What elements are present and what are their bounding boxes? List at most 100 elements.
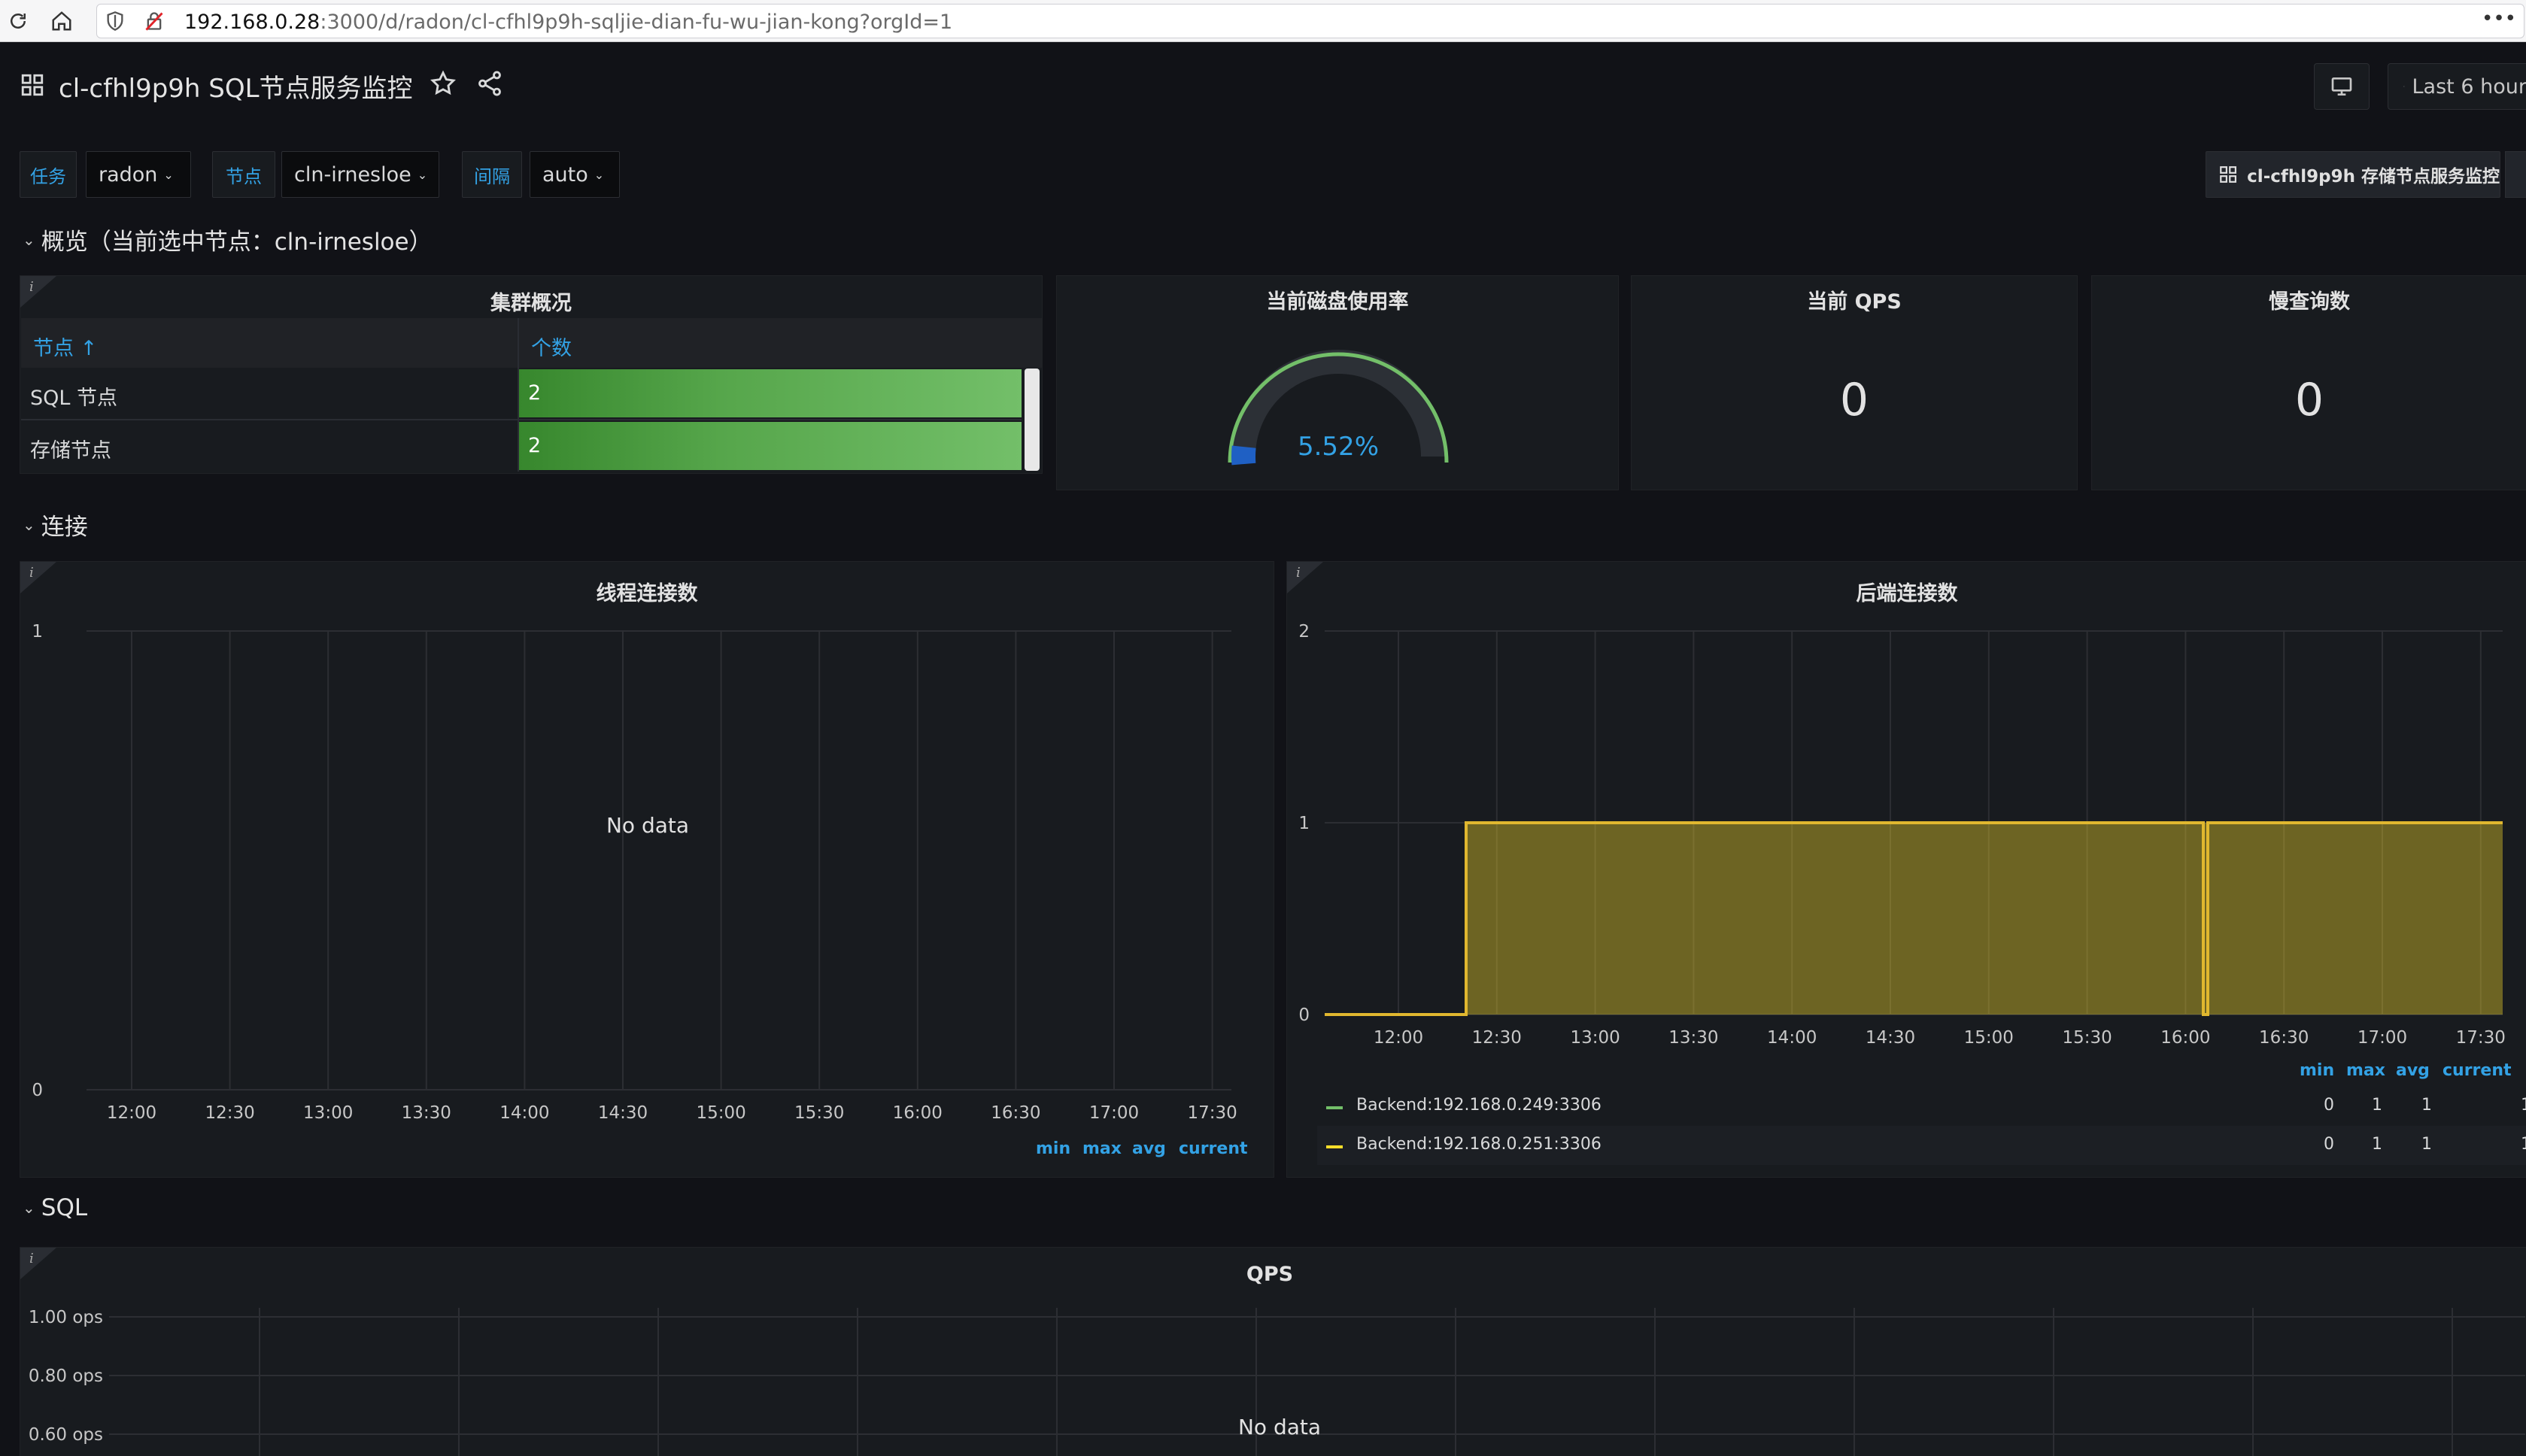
panel-title: 当前磁盘使用率 (1266, 290, 1409, 314)
table-row-divider (21, 419, 1022, 420)
disk-usage-gauge: 5.52% (1228, 350, 1449, 466)
slow-query-panel: 慢查询数 0 (2091, 275, 2526, 490)
var-select-node[interactable]: cln-irnesloe ⌄ (281, 151, 439, 198)
reload-icon[interactable] (3, 6, 33, 36)
chevron-down-icon: ⌄ (23, 230, 35, 249)
home-icon[interactable] (47, 6, 77, 36)
x-tick-label: 12:00 (107, 1103, 156, 1123)
dashboard-grid-icon[interactable] (20, 72, 45, 98)
slow-query-value: 0 (2294, 374, 2324, 426)
browser-toolbar: 192.168.0.28:3000/d/radon/cl-cfhl9p9h-sq… (0, 0, 2526, 42)
row-connections[interactable]: ⌄ 连接 (23, 508, 88, 541)
time-picker-button[interactable]: Last 6 hours (2388, 63, 2526, 110)
x-tick-label: 12:30 (205, 1103, 254, 1123)
backend-connections-panel: i 后端连接数 2 1 0 12:00 12:30 13:00 13:30 14:00 14:3… (1286, 561, 2526, 1178)
legend-col-current[interactable]: current (2443, 1061, 2512, 1080)
table-header-count[interactable]: 个数 (519, 318, 1043, 368)
x-tick-label: 17:00 (2357, 1028, 2407, 1048)
x-tick-label: 14:30 (1866, 1028, 1915, 1048)
no-data-label: No data (1238, 1415, 1321, 1439)
legend-col-min[interactable]: min (1036, 1139, 1070, 1158)
panel-title: 慢查询数 (2269, 290, 2350, 314)
legend-col-max[interactable]: max (2346, 1061, 2385, 1080)
panel-title: 当前 QPS (1807, 290, 1902, 314)
var-select-task[interactable]: radon ⌄ (86, 151, 191, 198)
qps-graph-panel: i QPS 1.00 ops 0.80 ops 0.60 ops No data (20, 1247, 2526, 1456)
x-tick-label: 15:30 (794, 1103, 844, 1123)
insecure-lock-icon[interactable] (144, 11, 165, 35)
linked-dashboard-label: cl-cfhl9p9h 存储节点服务监控 (2247, 167, 2500, 187)
legend-col-avg[interactable]: avg (1132, 1139, 1166, 1158)
disk-usage-panel: 当前磁盘使用率 5.52% (1056, 275, 1619, 490)
table-cell-count: 2 (528, 381, 542, 405)
monitor-icon (2331, 77, 2352, 96)
thread-connections-graph: 1 0 12:00 12:30 13:00 13:30 14:00 14:30 15:00 15:… (32, 622, 1237, 1123)
legend-current: 1 (2501, 1096, 2526, 1115)
legend-min: 0 (2324, 1135, 2334, 1154)
legend-max: 1 (2372, 1096, 2382, 1115)
legend-col-max[interactable]: max (1082, 1139, 1122, 1158)
row-sql[interactable]: ⌄ SQL (23, 1194, 87, 1221)
legend-col-min[interactable]: min (2300, 1061, 2334, 1080)
panel-title: 集群概况 (490, 292, 572, 315)
legend-swatch (1326, 1145, 1343, 1148)
x-tick-label: 13:00 (303, 1103, 353, 1123)
row-overview-title: 概览（当前选中节点：cln-irnesloe） (41, 229, 433, 256)
x-tick-label: 13:30 (402, 1103, 451, 1123)
x-tick-label: 12:00 (1374, 1028, 1423, 1048)
legend-col-current[interactable]: current (1179, 1139, 1248, 1158)
clock-icon (2403, 86, 2405, 87)
table-scrollbar[interactable] (1025, 369, 1040, 471)
series-area (1466, 823, 2503, 1015)
table-header-node[interactable]: 节点 ↑ (21, 318, 518, 368)
share-icon[interactable] (475, 69, 504, 98)
legend-avg: 1 (2421, 1096, 2432, 1115)
var-label-task: 任务 (20, 151, 77, 198)
legend-swatch (1326, 1106, 1343, 1109)
var-value-node: cln-irnesloe (294, 162, 411, 187)
table-cell-count: 2 (528, 434, 542, 457)
var-select-interval[interactable]: auto ⌄ (530, 151, 620, 198)
var-value-task: radon (99, 162, 158, 187)
shield-icon[interactable] (105, 11, 126, 35)
legend-current: 1 (2501, 1135, 2526, 1154)
row-overview[interactable]: ⌄ 概览（当前选中节点：cln-irnesloe） (23, 223, 433, 256)
x-tick-label: 14:30 (598, 1103, 648, 1123)
dashboard-grid-icon (2220, 166, 2236, 183)
no-data-label: No data (606, 813, 689, 838)
x-tick-label: 14:00 (499, 1103, 549, 1123)
var-label-node: 节点 (212, 151, 275, 198)
row-connections-title: 连接 (41, 514, 88, 541)
chevron-down-icon: ⌄ (163, 167, 174, 182)
y-tick-label: 0.80 ops (29, 1367, 103, 1386)
address-bar[interactable]: 192.168.0.28:3000/d/radon/cl-cfhl9p9h-sq… (96, 4, 2524, 38)
y-tick-label: 0 (1298, 1006, 1310, 1025)
backend-connections-graph: 2 1 0 12:00 12:30 13:00 13:30 14:00 14:30 15:00 15… (1298, 622, 2506, 1048)
y-tick-label: 1 (32, 622, 43, 642)
linked-dashboard-link-2[interactable] (2505, 151, 2526, 198)
x-tick-label: 17:30 (2456, 1028, 2506, 1048)
qps-graph: 1.00 ops 0.80 ops 0.60 ops No data (29, 1308, 2525, 1456)
current-qps-panel: 当前 QPS 0 (1631, 275, 2078, 490)
legend-series-name[interactable]: Backend:192.168.0.249:3306 (1356, 1096, 1602, 1115)
x-tick-label: 15:00 (696, 1103, 745, 1123)
thread-connections-panel: i 线程连接数 1 0 12:00 12:30 13:00 13:30 14:00 14:30… (20, 561, 1274, 1178)
table-cell-count-bar: 2 (519, 422, 1022, 470)
x-tick-label: 16:00 (2160, 1028, 2210, 1048)
linked-dashboard-link[interactable]: cl-cfhl9p9h 存储节点服务监控 (2206, 151, 2500, 198)
star-icon[interactable] (429, 69, 457, 98)
x-tick-label: 17:30 (1187, 1103, 1237, 1123)
page-actions-icon[interactable]: ••• (2482, 8, 2516, 30)
url-text: 192.168.0.28:3000/d/radon/cl-cfhl9p9h-sq… (184, 11, 953, 34)
chevron-down-icon: ⌄ (23, 1199, 35, 1217)
legend-col-avg[interactable]: avg (2396, 1061, 2430, 1080)
x-tick-label: 17:00 (1089, 1103, 1139, 1123)
var-value-interval: auto (542, 162, 588, 187)
legend-series-name[interactable]: Backend:192.168.0.251:3306 (1356, 1135, 1602, 1154)
chevron-down-icon: ⌄ (417, 167, 428, 182)
x-tick-label: 13:30 (1668, 1028, 1718, 1048)
dashboard-title[interactable]: cl-cfhl9p9h SQL节点服务监控 (59, 68, 413, 105)
y-tick-label: 0 (32, 1081, 43, 1100)
tv-mode-button[interactable] (2314, 63, 2370, 110)
dashboard-header: cl-cfhl9p9h SQL节点服务监控 Last 6 hours (0, 42, 2526, 131)
